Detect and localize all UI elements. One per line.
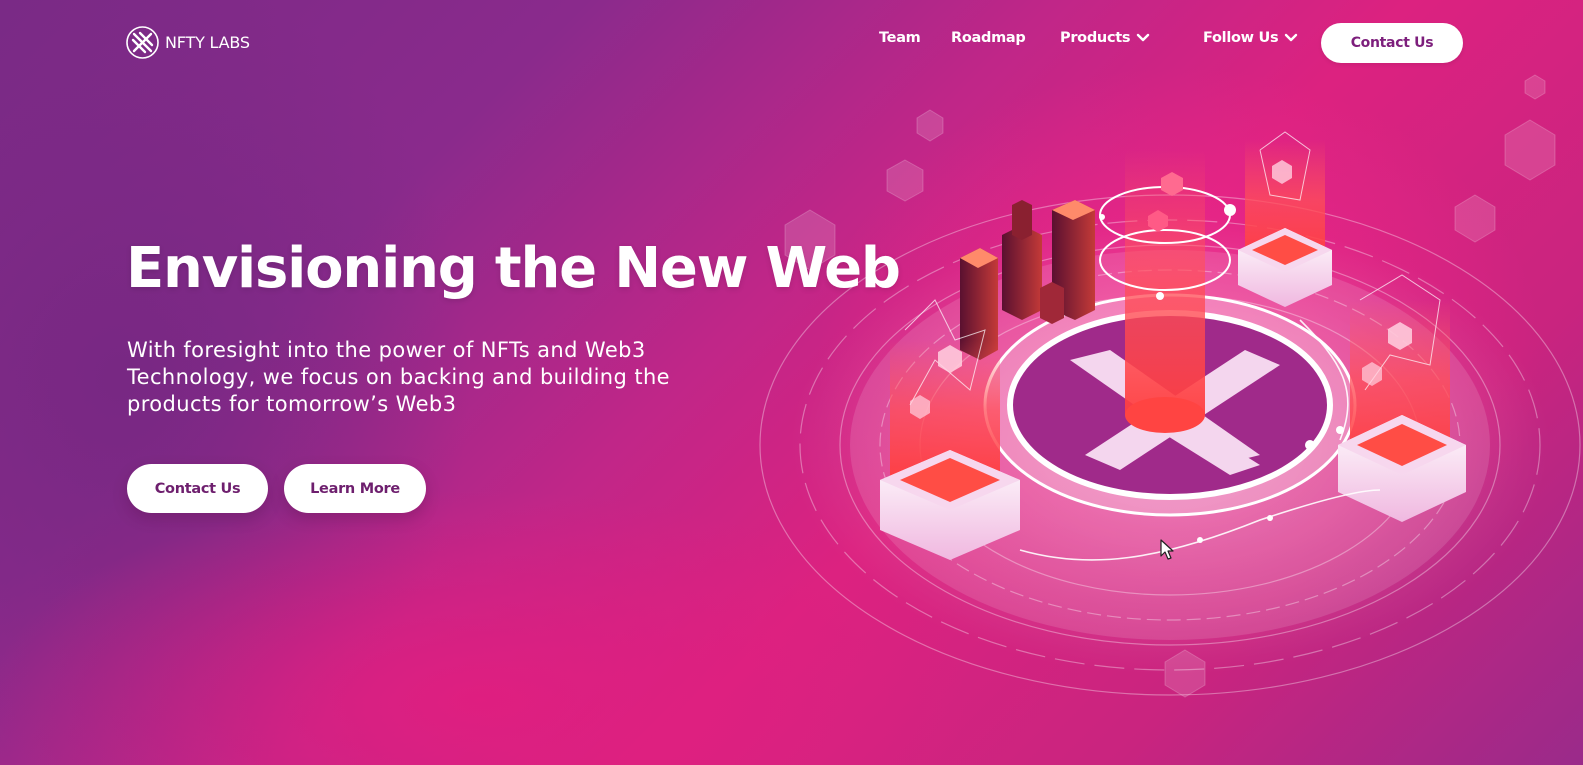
- hero-illustration: [740, 60, 1583, 765]
- brand-name: NFTY LABS: [165, 33, 250, 52]
- nav-item-products[interactable]: Products: [1060, 30, 1150, 46]
- hero-learn-more-button[interactable]: Learn More: [284, 464, 426, 513]
- nfty-labs-logo-icon: [126, 26, 159, 59]
- nav-item-follow-us[interactable]: Follow Us: [1203, 30, 1298, 46]
- nav-item-label: Products: [1060, 30, 1131, 46]
- chevron-down-icon: [1285, 33, 1298, 42]
- hero-subtitle: With foresight into the power of NFTs an…: [127, 338, 670, 416]
- nav-item-label: Follow Us: [1203, 30, 1279, 46]
- nav-item-label: Team: [879, 30, 921, 46]
- chevron-down-icon: [1137, 33, 1150, 42]
- nav-contact-us-button[interactable]: Contact Us: [1321, 23, 1463, 63]
- hero-contact-us-button[interactable]: Contact Us: [127, 464, 268, 513]
- nav-item-roadmap[interactable]: Roadmap: [951, 30, 1026, 46]
- brand-logo-link[interactable]: NFTY LABS: [126, 26, 250, 59]
- nav-item-label: Roadmap: [951, 30, 1026, 46]
- mouse-cursor-icon: [1160, 539, 1174, 560]
- nav-item-team[interactable]: Team: [879, 30, 921, 46]
- isometric-blockchain-illustration: [759, 74, 1581, 698]
